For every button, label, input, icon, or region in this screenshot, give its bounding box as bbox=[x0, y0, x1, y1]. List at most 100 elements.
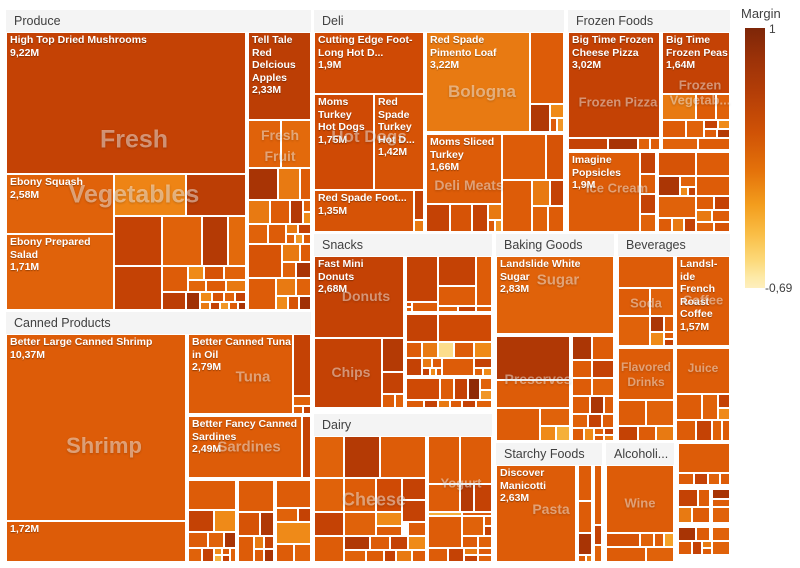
tile-canned-misc-j[interactable] bbox=[222, 548, 230, 555]
tile-produce-veg-f[interactable] bbox=[228, 216, 246, 266]
tile-canned-misc-n[interactable] bbox=[238, 480, 274, 512]
tile-produce-veg-c[interactable] bbox=[114, 216, 162, 266]
tile-baking-misc-n[interactable] bbox=[584, 428, 594, 441]
tile-dairy-cheese-n[interactable] bbox=[344, 536, 370, 550]
tile-snacks-donuts-j[interactable] bbox=[476, 306, 492, 312]
tile-produce-veg-h[interactable] bbox=[162, 266, 188, 292]
tile-dairy-cheese-k[interactable] bbox=[376, 512, 402, 526]
tile-starchy-pasta-g[interactable] bbox=[594, 525, 602, 545]
tile-produce-fruit-j[interactable] bbox=[303, 212, 311, 224]
tile-snacks-donuts-i[interactable] bbox=[458, 306, 476, 312]
tile-dairy-cheese-e[interactable] bbox=[344, 478, 376, 512]
tile-right-strip-q[interactable] bbox=[692, 541, 702, 555]
tile-produce-veg-i[interactable] bbox=[188, 266, 204, 280]
tile-produce-veg-o[interactable] bbox=[162, 292, 186, 310]
tile-canned-misc-o[interactable] bbox=[238, 512, 260, 536]
tile-canned-misc-d[interactable] bbox=[188, 532, 208, 548]
tile-snacks-mid-d[interactable] bbox=[422, 342, 438, 358]
tile-right-strip-s[interactable] bbox=[702, 548, 712, 555]
tile-canned-misc-k[interactable] bbox=[214, 555, 222, 562]
tile-dairy-yogurt-m[interactable] bbox=[478, 536, 492, 548]
tile-frozen-pizza-d[interactable] bbox=[650, 138, 660, 150]
tile-deli-hotdogs-b[interactable] bbox=[414, 220, 424, 232]
tile-deli-meats-b[interactable] bbox=[546, 134, 564, 180]
tile-baking-misc-b[interactable] bbox=[592, 336, 614, 360]
tile-right-strip-g[interactable] bbox=[698, 489, 710, 507]
tile-canned-misc-i[interactable] bbox=[214, 548, 222, 555]
tile-deli-bologna-c[interactable] bbox=[550, 104, 564, 118]
tile-dairy-yogurt-n[interactable] bbox=[428, 548, 448, 562]
tile-produce-veg-p[interactable] bbox=[186, 292, 200, 310]
tile-deli-bologna-a[interactable] bbox=[530, 32, 564, 104]
tile-snacks-mid-b[interactable] bbox=[438, 314, 492, 342]
tile-dairy-yogurt-i[interactable] bbox=[462, 516, 484, 536]
tile-produce-veg-r[interactable] bbox=[212, 292, 224, 302]
tile-deli-meats-l[interactable] bbox=[488, 220, 495, 232]
tile-baking-preserves-e[interactable] bbox=[540, 426, 556, 441]
tile-frozen-veg-h[interactable] bbox=[704, 129, 717, 138]
tile-deli-meats-e[interactable] bbox=[550, 180, 564, 206]
tile-produce-fruit-m[interactable] bbox=[286, 224, 298, 234]
group-alcoholic-beverages[interactable]: Alcoholi... Wine bbox=[606, 443, 674, 562]
tile-right-strip-e[interactable] bbox=[720, 473, 730, 485]
tile-snacks-bot-g[interactable] bbox=[406, 400, 424, 408]
tile-right-strip-d[interactable] bbox=[708, 473, 720, 485]
tile-right-strip-k[interactable] bbox=[692, 507, 710, 523]
tile-ice-cream-s[interactable] bbox=[684, 218, 696, 232]
tile-dairy-yogurt-h[interactable] bbox=[428, 516, 462, 548]
tile-beverages-flavored-e[interactable] bbox=[638, 426, 656, 441]
tile-baking-misc-d[interactable] bbox=[592, 360, 614, 378]
tile-snacks-bot-l[interactable] bbox=[476, 400, 492, 408]
tile-snacks-bot-d[interactable] bbox=[468, 378, 480, 400]
tile-produce-fruit-f[interactable] bbox=[248, 200, 270, 224]
tile-canned-misc-g[interactable] bbox=[188, 548, 202, 562]
tile-snacks-donuts-c[interactable] bbox=[438, 286, 476, 306]
tile-right-strip-l[interactable] bbox=[712, 507, 730, 523]
tile-ebony-prepared-salad[interactable]: Ebony Prepared Salad 1,71M bbox=[6, 234, 114, 310]
tile-dairy-yogurt-q[interactable] bbox=[478, 548, 492, 555]
tile-baking-misc-l[interactable] bbox=[602, 414, 614, 428]
tile-produce-fruit-p[interactable] bbox=[295, 234, 303, 244]
tile-snacks-mid-i[interactable] bbox=[422, 358, 432, 368]
tile-snacks-bot-a[interactable] bbox=[406, 378, 440, 400]
tile-beverages-juice-e[interactable] bbox=[718, 408, 730, 420]
tile-dairy-cheese-r[interactable] bbox=[408, 536, 426, 550]
tile-dairy-cheese-c[interactable] bbox=[380, 436, 426, 478]
tile-produce-fruit-aa[interactable] bbox=[288, 296, 299, 310]
tile-canned-misc-u[interactable] bbox=[264, 549, 274, 562]
tile-frozen-veg-d[interactable] bbox=[662, 120, 686, 138]
tile-moms-sliced-turkey[interactable]: Moms Sliced Turkey 1,66M bbox=[426, 134, 502, 204]
tile-canned-misc-b[interactable] bbox=[188, 510, 214, 532]
tile-baking-preserves-d[interactable] bbox=[540, 408, 570, 426]
tile-beverages-juice-h[interactable] bbox=[712, 420, 722, 441]
tile-fast-mini-donuts[interactable]: Fast Mini Donuts 2,68M bbox=[314, 256, 404, 338]
tile-produce-fruit-w[interactable] bbox=[248, 278, 276, 310]
tile-baking-misc-h[interactable] bbox=[590, 396, 604, 414]
tile-beverages-soda-g[interactable] bbox=[650, 332, 664, 346]
tile-produce-fruit-ab[interactable] bbox=[299, 296, 311, 310]
tile-dairy-cheese-t[interactable] bbox=[366, 550, 384, 562]
tile-landslide-white-sugar[interactable]: Landslide White Sugar 2,83M bbox=[496, 256, 614, 334]
tile-deli-hotdogs-a[interactable] bbox=[414, 190, 424, 220]
tile-baking-misc-a[interactable] bbox=[572, 336, 592, 360]
tile-snacks-bot-h[interactable] bbox=[424, 400, 438, 408]
tile-dairy-yogurt-d[interactable] bbox=[460, 484, 474, 512]
tile-dairy-cheese-h[interactable] bbox=[402, 500, 426, 522]
tile-dairy-yogurt-s[interactable] bbox=[478, 555, 492, 562]
tile-right-strip-f[interactable] bbox=[678, 489, 698, 507]
tile-canned-tuna-a[interactable] bbox=[293, 334, 311, 396]
tile-snacks-bot-i[interactable] bbox=[438, 400, 450, 408]
tile-dairy-yogurt-b[interactable] bbox=[460, 436, 492, 484]
tile-baking-misc-g[interactable] bbox=[572, 396, 590, 414]
tile-produce-fruit-v[interactable] bbox=[296, 262, 311, 278]
group-beverages[interactable]: Beverages Landsl-ide French Roast Coffee… bbox=[618, 234, 730, 441]
tile-canned-misc-q[interactable] bbox=[238, 536, 254, 562]
tile-deli-meats-c[interactable] bbox=[502, 180, 532, 232]
tile-canned-misc-s[interactable] bbox=[264, 536, 274, 549]
tile-baking-misc-m[interactable] bbox=[572, 428, 584, 441]
tile-baking-misc-r[interactable] bbox=[604, 435, 614, 441]
tile-snacks-mid-a[interactable] bbox=[406, 314, 438, 342]
tile-right-strip-n[interactable] bbox=[696, 527, 710, 541]
tile-produce-fruit-b[interactable] bbox=[281, 120, 311, 168]
tile-beverages-juice-i[interactable] bbox=[722, 420, 730, 441]
